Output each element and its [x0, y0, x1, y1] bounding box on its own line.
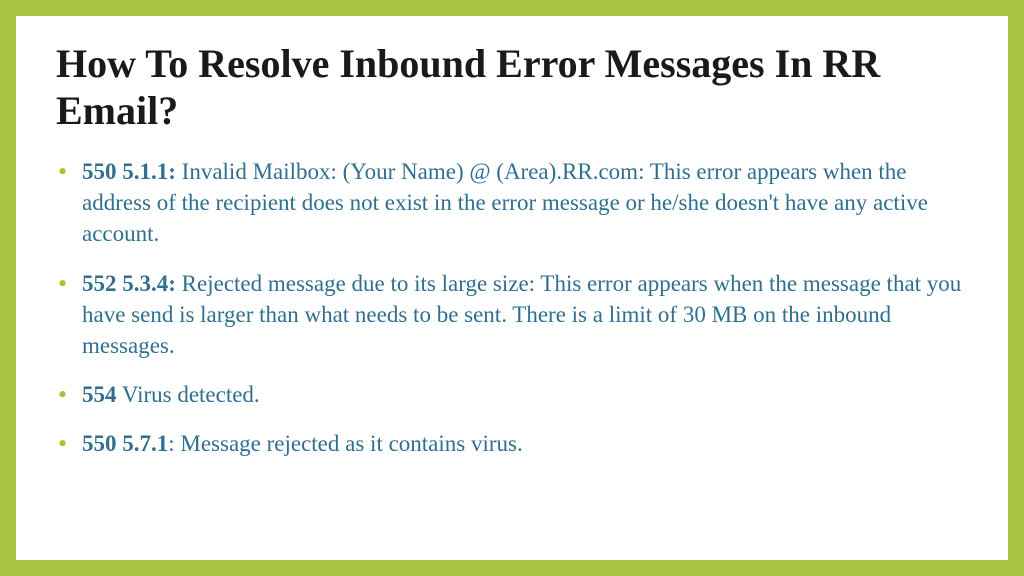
error-text: Invalid Mailbox: (Your Name) @ (Area).RR…: [82, 159, 928, 246]
error-code: 550 5.1.1:: [82, 159, 176, 184]
slide-frame: How To Resolve Inbound Error Messages In…: [0, 0, 1024, 576]
error-text: Rejected message due to its large size: …: [82, 271, 961, 358]
list-item: 550 5.7.1: Message rejected as it contai…: [56, 428, 968, 459]
error-code: 552 5.3.4:: [82, 271, 176, 296]
slide-title: How To Resolve Inbound Error Messages In…: [56, 40, 968, 134]
bullet-list: 550 5.1.1: Invalid Mailbox: (Your Name) …: [56, 156, 968, 458]
list-item: 550 5.1.1: Invalid Mailbox: (Your Name) …: [56, 156, 968, 249]
error-text: Virus detected.: [117, 382, 260, 407]
slide-content: How To Resolve Inbound Error Messages In…: [16, 16, 1008, 560]
list-item: 554 Virus detected.: [56, 379, 968, 410]
error-code: 554: [82, 382, 117, 407]
list-item: 552 5.3.4: Rejected message due to its l…: [56, 268, 968, 361]
error-text: : Message rejected as it contains virus.: [168, 431, 522, 456]
error-code: 550 5.7.1: [82, 431, 168, 456]
